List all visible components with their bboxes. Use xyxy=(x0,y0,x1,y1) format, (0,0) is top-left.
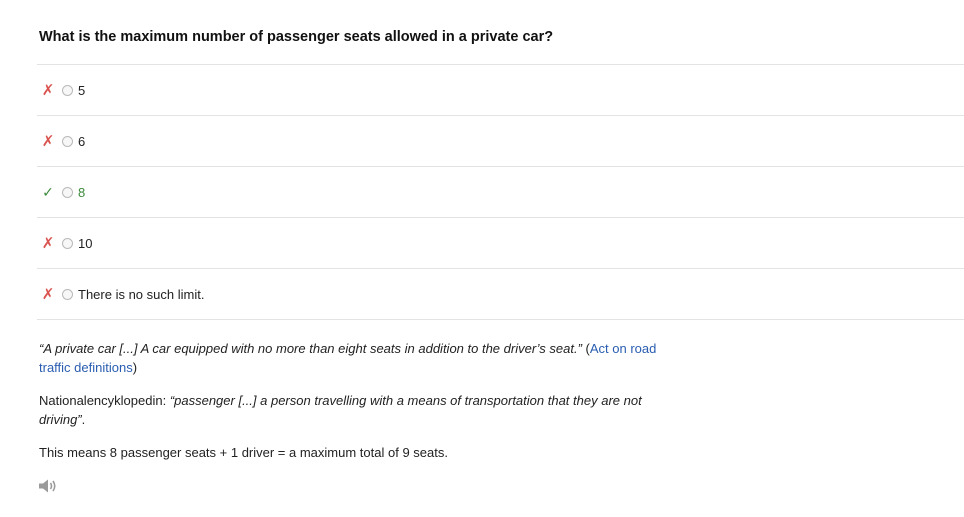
definition-quote: “A private car [...] A car equipped with… xyxy=(39,341,582,356)
wrong-mark-icon: ✗ xyxy=(41,133,55,150)
answer-label: 5 xyxy=(78,82,86,98)
speaker-icon[interactable] xyxy=(38,478,58,494)
encyclopedia-source: Nationalencyklopedin: xyxy=(39,393,170,408)
radio-button[interactable] xyxy=(62,186,73,198)
answer-option-8[interactable]: ✓ 8 xyxy=(37,167,964,217)
explanation-paragraph-encyclopedia: Nationalencyklopedin: “passenger [...] a… xyxy=(39,392,659,429)
answer-label: There is no such limit. xyxy=(78,286,205,302)
radio-button[interactable] xyxy=(62,135,73,147)
radio-button[interactable] xyxy=(62,237,73,249)
correct-mark-icon: ✓ xyxy=(42,183,54,200)
answer-list: ✗ 5 ✗ 6 ✓ 8 ✗ 10 ✗ There is no such limi… xyxy=(37,64,964,320)
answer-option-no-limit[interactable]: ✗ There is no such limit. xyxy=(37,269,964,319)
answer-option-6[interactable]: ✗ 6 xyxy=(37,116,964,166)
paren-open: ( xyxy=(581,341,590,356)
answer-label: 6 xyxy=(78,133,86,149)
radio-button[interactable] xyxy=(62,84,73,96)
answer-label: 10 xyxy=(78,235,93,251)
wrong-mark-icon: ✗ xyxy=(41,286,55,303)
wrong-mark-icon: ✗ xyxy=(41,82,55,99)
divider xyxy=(37,319,964,320)
answer-label: 8 xyxy=(78,184,86,200)
paren-close: ) xyxy=(132,359,138,375)
question-text: What is the maximum number of passenger … xyxy=(39,29,554,45)
wrong-mark-icon: ✗ xyxy=(41,235,55,252)
radio-button[interactable] xyxy=(62,288,73,300)
answer-option-5[interactable]: ✗ 5 xyxy=(37,65,964,115)
explanation-paragraph-definition: “A private car [...] A car equipped with… xyxy=(39,340,659,377)
sentence-end: . xyxy=(81,411,86,427)
explanation: “A private car [...] A car equipped with… xyxy=(39,340,659,478)
answer-option-10[interactable]: ✗ 10 xyxy=(37,218,964,268)
quiz-page: What is the maximum number of passenger … xyxy=(0,0,964,517)
explanation-summary: This means 8 passenger seats + 1 driver … xyxy=(39,445,448,460)
